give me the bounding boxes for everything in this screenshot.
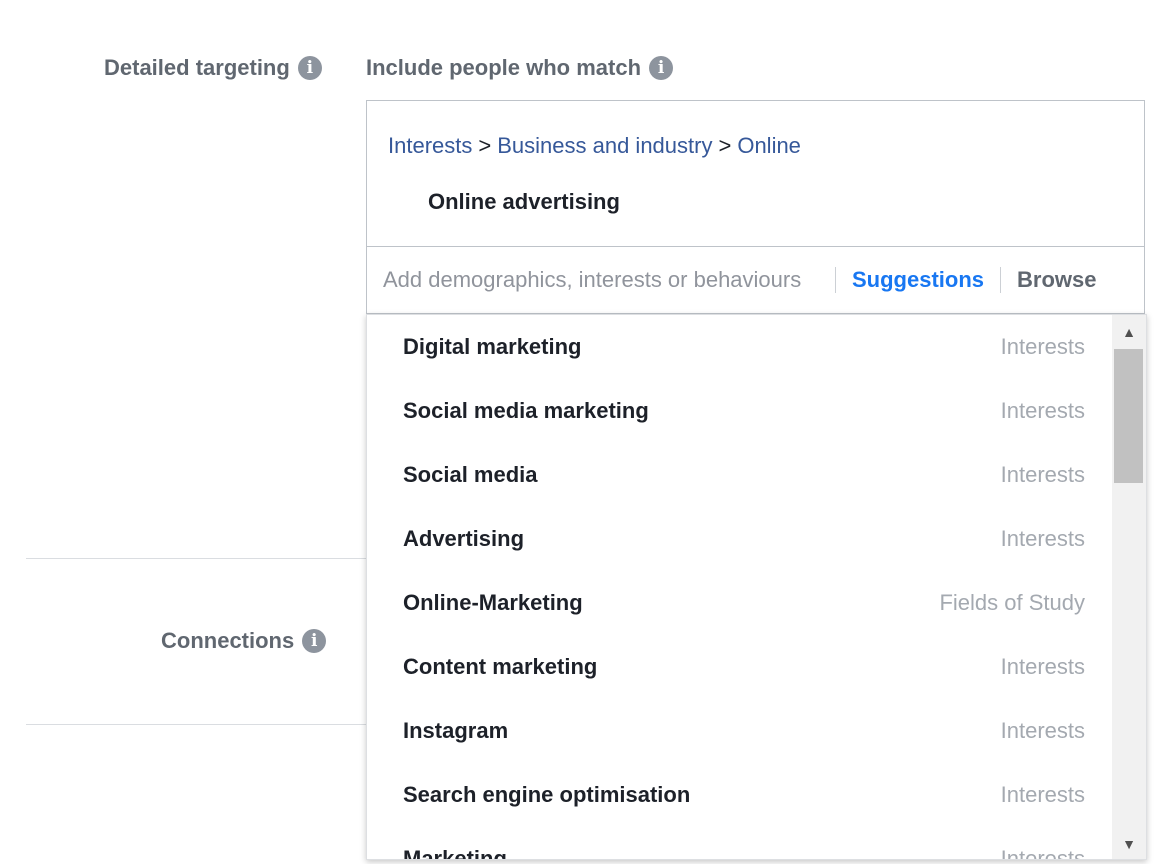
suggestion-category: Interests	[1000, 398, 1085, 423]
breadcrumb: Interests > Business and industry > Online	[388, 133, 801, 159]
suggestion-item[interactable]: Marketing Interests	[367, 827, 1111, 860]
scrollbar-thumb[interactable]	[1114, 349, 1143, 483]
breadcrumb-interests[interactable]: Interests	[388, 133, 472, 158]
suggestion-name: Marketing	[403, 846, 507, 860]
scroll-up-arrow-icon[interactable]: ▲	[1112, 317, 1146, 347]
suggestions-button[interactable]: Suggestions	[836, 267, 1000, 293]
suggestion-category: Interests	[1000, 462, 1085, 487]
selected-targeting-box: Interests > Business and industry > Online O…	[366, 100, 1145, 247]
info-icon[interactable]: i	[297, 56, 322, 80]
suggestion-category: Interests	[1000, 334, 1085, 359]
suggestion-category: Interests	[1000, 846, 1085, 860]
suggestion-name: Content marketing	[403, 654, 598, 679]
suggestion-name: Instagram	[403, 718, 509, 743]
include-people-label: Include people who match i	[366, 55, 674, 81]
suggestion-item[interactable]: Social media Interests	[367, 443, 1111, 507]
suggestion-category: Interests	[1000, 654, 1085, 679]
suggestion-name: Online-Marketing	[403, 590, 583, 615]
dropdown-scrollbar[interactable]: ▲ ▼	[1112, 315, 1146, 859]
suggestions-list: Digital marketing Interests Social media…	[367, 315, 1111, 860]
suggestion-name: Digital marketing	[403, 334, 582, 359]
include-people-text: Include people who match	[366, 55, 642, 80]
scroll-down-arrow-icon[interactable]: ▼	[1112, 829, 1146, 859]
detailed-targeting-label: Detailed targeting i	[104, 55, 322, 81]
suggestion-category: Interests	[1000, 718, 1085, 743]
section-divider	[26, 724, 366, 725]
info-icon[interactable]: i	[649, 56, 674, 80]
suggestion-category: Interests	[1000, 526, 1085, 551]
connections-label: Connections i	[161, 628, 327, 654]
breadcrumb-separator: >	[478, 133, 492, 158]
breadcrumb-separator: >	[718, 133, 732, 158]
breadcrumb-online[interactable]: Online	[737, 133, 801, 158]
suggestion-item[interactable]: Advertising Interests	[367, 507, 1111, 571]
suggestion-name: Social media marketing	[403, 398, 649, 423]
detailed-targeting-text: Detailed targeting	[104, 55, 290, 80]
targeting-search-input[interactable]	[383, 267, 835, 293]
suggestion-item[interactable]: Social media marketing Interests	[367, 379, 1111, 443]
info-icon[interactable]: i	[302, 629, 327, 653]
browse-button[interactable]: Browse	[1001, 267, 1112, 293]
suggestion-item[interactable]: Digital marketing Interests	[367, 315, 1111, 379]
suggestion-name: Search engine optimisation	[403, 782, 691, 807]
suggestion-item[interactable]: Content marketing Interests	[367, 635, 1111, 699]
suggestion-category: Interests	[1000, 782, 1085, 807]
suggestion-item[interactable]: Online-Marketing Fields of Study	[367, 571, 1111, 635]
suggestion-item[interactable]: Instagram Interests	[367, 699, 1111, 763]
breadcrumb-business-and-industry[interactable]: Business and industry	[497, 133, 712, 158]
suggestion-category: Fields of Study	[939, 590, 1085, 615]
section-divider	[26, 558, 366, 559]
suggestions-dropdown: Digital marketing Interests Social media…	[366, 314, 1147, 860]
connections-text: Connections	[161, 628, 295, 653]
suggestion-name: Advertising	[403, 526, 525, 551]
suggestion-item[interactable]: Search engine optimisation Interests	[367, 763, 1111, 827]
suggestion-name: Social media	[403, 462, 538, 487]
selected-targeting-item[interactable]: Online advertising	[428, 189, 620, 215]
targeting-search-row: Suggestions Browse	[366, 246, 1145, 314]
